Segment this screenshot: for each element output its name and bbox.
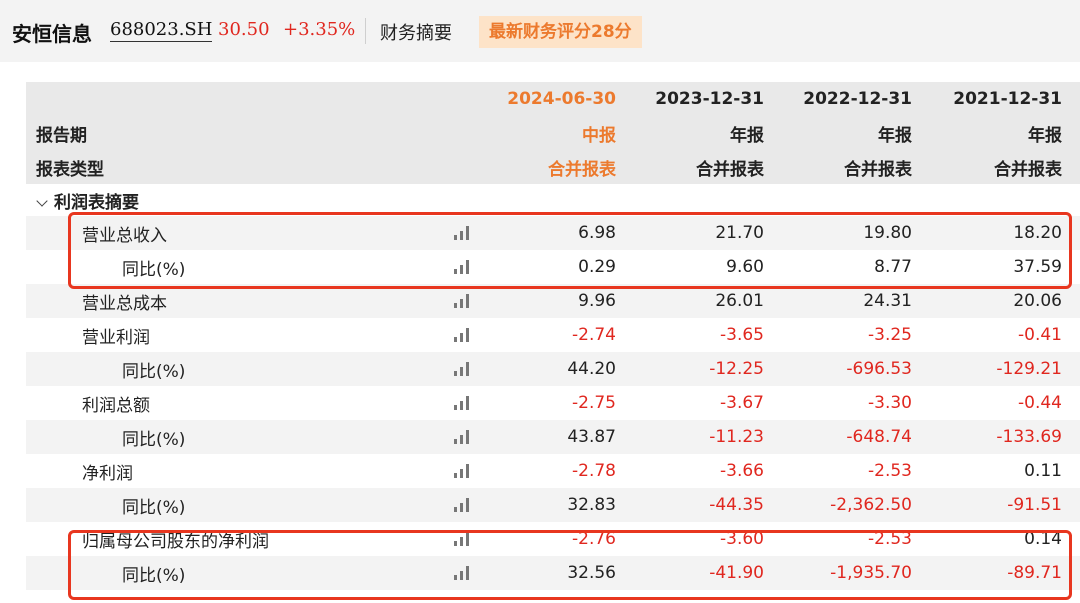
column-period-0: 中报	[486, 116, 634, 150]
value-cell: -91.51	[930, 488, 1080, 522]
stock-header: 安恒信息 688023.SH 30.50 +3.35% 财务摘要 最新财务评分2…	[0, 0, 1080, 62]
column-type-1: 合并报表	[634, 150, 782, 184]
header-row-period: 报告期 中报 年报 年报 年报	[26, 116, 1080, 150]
column-period-1: 年报	[634, 116, 782, 150]
value-cell: -3.66	[720, 461, 764, 481]
financial-summary-panel: 2024-06-30 2023-12-31 2022-12-31 2021-12-31…	[6, 62, 1080, 603]
section-title: 财务摘要	[380, 23, 452, 44]
bar-chart-icon[interactable]	[454, 464, 470, 478]
value-cell: 32.83	[486, 488, 634, 522]
value-cell: 0.11	[1024, 461, 1062, 481]
row-label: 利润总额	[82, 395, 150, 416]
chevron-down-icon[interactable]	[36, 194, 48, 207]
table-row: 营业利润 -2.74 -3.65 -3.25 -0.41	[26, 318, 1080, 352]
table-row: 利润总额 -2.75 -3.67 -3.30 -0.44	[26, 386, 1080, 420]
row-label-cell: 利润总额	[26, 386, 486, 420]
column-type-3: 合并报表	[930, 150, 1080, 184]
row-label: 营业利润	[82, 327, 150, 348]
highlight-box-revenue	[68, 212, 1072, 289]
column-period-3: 年报	[930, 116, 1080, 150]
value-cell: -3.65	[720, 325, 764, 345]
header-row-type-label: 报表类型	[26, 150, 486, 184]
row-label-cell: 同比(%)	[26, 352, 486, 386]
bar-chart-icon[interactable]	[454, 328, 470, 342]
column-date-2[interactable]: 2022-12-31	[782, 82, 930, 116]
row-label-cell: 净利润	[26, 454, 486, 488]
value-cell: 24.31	[782, 284, 930, 318]
value-cell: -0.44	[1018, 393, 1062, 413]
value-cell: -2.75	[572, 393, 616, 413]
row-label: 同比(%)	[122, 429, 186, 450]
row-label: 同比(%)	[122, 497, 186, 518]
row-label-cell: 营业总成本	[26, 284, 486, 318]
column-type-2: 合并报表	[782, 150, 930, 184]
column-period-2: 年报	[782, 116, 930, 150]
header-row-date-label	[26, 82, 486, 116]
column-date-3[interactable]: 2021-12-31	[930, 82, 1080, 116]
value-cell: -2,362.50	[782, 488, 930, 522]
table-row: 营业总成本 9.96 26.01 24.31 20.06	[26, 284, 1080, 318]
bar-chart-icon[interactable]	[454, 396, 470, 410]
value-cell: -129.21	[930, 352, 1080, 386]
value-cell: 44.20	[486, 352, 634, 386]
column-type-0: 合并报表	[486, 150, 634, 184]
value-cell: -2.74	[572, 325, 616, 345]
value-cell: -648.74	[782, 420, 930, 454]
value-cell: -3.25	[868, 325, 912, 345]
financial-score-badge[interactable]: 最新财务评分28分	[479, 16, 642, 48]
header-row-period-label: 报告期	[26, 116, 486, 150]
value-cell: -696.53	[782, 352, 930, 386]
table-row: 同比(%) 32.83 -44.35 -2,362.50 -91.51	[26, 488, 1080, 522]
value-cell: 20.06	[930, 284, 1080, 318]
row-label-cell: 同比(%)	[26, 488, 486, 522]
value-cell: -133.69	[930, 420, 1080, 454]
value-cell: 43.87	[486, 420, 634, 454]
value-cell: -2.53	[868, 461, 912, 481]
header-divider	[365, 18, 366, 44]
column-date-1[interactable]: 2023-12-31	[634, 82, 782, 116]
header-row-date: 2024-06-30 2023-12-31 2022-12-31 2021-12-31	[26, 82, 1080, 116]
row-label: 同比(%)	[122, 361, 186, 382]
bar-chart-icon[interactable]	[454, 430, 470, 444]
column-date-0[interactable]: 2024-06-30	[486, 82, 634, 116]
stock-change: +3.35%	[283, 19, 356, 40]
stock-name: 安恒信息	[12, 22, 92, 46]
value-cell: -44.35	[634, 488, 782, 522]
value-cell: -3.30	[868, 393, 912, 413]
bar-chart-icon[interactable]	[454, 498, 470, 512]
value-cell: -2.78	[572, 461, 616, 481]
row-label: 营业总成本	[82, 293, 167, 314]
bar-chart-icon[interactable]	[454, 294, 470, 308]
row-label: 净利润	[82, 463, 133, 484]
table-row: 净利润 -2.78 -3.66 -2.53 0.11	[26, 454, 1080, 488]
value-cell: -12.25	[634, 352, 782, 386]
income-statement-table: 2024-06-30 2023-12-31 2022-12-31 2021-12-31…	[26, 82, 1080, 590]
highlight-box-net-profit-parent	[68, 530, 1072, 600]
value-cell: -11.23	[634, 420, 782, 454]
stock-price: 30.50	[218, 19, 270, 40]
table-row: 同比(%) 44.20 -12.25 -696.53 -129.21	[26, 352, 1080, 386]
header-row-type: 报表类型 合并报表 合并报表 合并报表 合并报表	[26, 150, 1080, 184]
row-label-cell: 营业利润	[26, 318, 486, 352]
bar-chart-icon[interactable]	[454, 362, 470, 376]
value-cell: -3.67	[720, 393, 764, 413]
section-title-label: 利润表摘要	[54, 192, 139, 213]
value-cell: 26.01	[634, 284, 782, 318]
stock-code-link[interactable]: 688023.SH	[110, 19, 213, 42]
value-cell: 9.96	[486, 284, 634, 318]
row-label-cell: 同比(%)	[26, 420, 486, 454]
table-row: 同比(%) 43.87 -11.23 -648.74 -133.69	[26, 420, 1080, 454]
value-cell: -0.41	[1018, 325, 1062, 345]
